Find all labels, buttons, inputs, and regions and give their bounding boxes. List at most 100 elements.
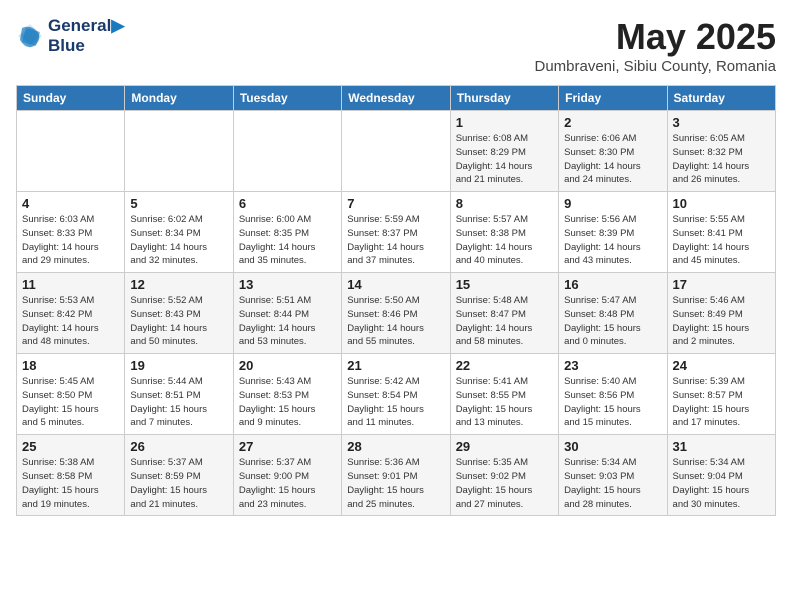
title-block: May 2025 Dumbraveni, Sibiu County, Roman…	[534, 16, 776, 75]
day-number: 4	[22, 196, 119, 211]
day-info: Sunrise: 5:34 AM Sunset: 9:04 PM Dayligh…	[673, 456, 770, 511]
day-number: 28	[347, 439, 444, 454]
day-info: Sunrise: 5:37 AM Sunset: 9:00 PM Dayligh…	[239, 456, 336, 511]
logo: General▶ Blue	[16, 16, 124, 55]
calendar-day-cell	[17, 111, 125, 192]
day-info: Sunrise: 5:57 AM Sunset: 8:38 PM Dayligh…	[456, 213, 553, 268]
page-header: General▶ Blue May 2025 Dumbraveni, Sibiu…	[16, 16, 776, 75]
month-title: May 2025	[534, 16, 776, 58]
calendar-day-cell	[342, 111, 450, 192]
day-info: Sunrise: 5:50 AM Sunset: 8:46 PM Dayligh…	[347, 294, 444, 349]
day-number: 5	[130, 196, 227, 211]
day-number: 18	[22, 358, 119, 373]
calendar-week-row: 25 Sunrise: 5:38 AM Sunset: 8:58 PM Dayli…	[17, 435, 776, 516]
calendar-day-cell: 11Sunrise: 5:53 AM Sunset: 8:42 PM Dayli…	[17, 273, 125, 354]
weekday-header: Friday	[559, 86, 667, 111]
day-number: 11	[22, 277, 119, 292]
day-number: 26	[130, 439, 227, 454]
calendar-day-cell: 2Sunrise: 6:06 AM Sunset: 8:30 PM Daylig…	[559, 111, 667, 192]
day-info: Sunrise: 5:35 AM Sunset: 9:02 PM Dayligh…	[456, 456, 553, 511]
day-number: 16	[564, 277, 661, 292]
calendar-day-cell: 28Sunrise: 5:36 AM Sunset: 9:01 PM Dayli…	[342, 435, 450, 516]
calendar-day-cell: 17 Sunrise: 5:46 AM Sunset: 8:49 PM Dayli…	[667, 273, 775, 354]
calendar-week-row: 1 Sunrise: 6:08 AM Sunset: 8:29 PM Daylig…	[17, 111, 776, 192]
weekday-header: Wednesday	[342, 86, 450, 111]
calendar-week-row: 18 Sunrise: 5:45 AM Sunset: 8:50 PM Dayli…	[17, 354, 776, 435]
weekday-header: Thursday	[450, 86, 558, 111]
location-subtitle: Dumbraveni, Sibiu County, Romania	[534, 58, 776, 75]
day-number: 27	[239, 439, 336, 454]
day-info: Sunrise: 5:44 AM Sunset: 8:51 PM Dayligh…	[130, 375, 227, 430]
day-info: Sunrise: 5:51 AM Sunset: 8:44 PM Dayligh…	[239, 294, 336, 349]
calendar-day-cell: 6 Sunrise: 6:00 AM Sunset: 8:35 PM Daylig…	[233, 192, 341, 273]
calendar-day-cell	[233, 111, 341, 192]
day-info: Sunrise: 5:41 AM Sunset: 8:55 PM Dayligh…	[456, 375, 553, 430]
calendar-day-cell: 31 Sunrise: 5:34 AM Sunset: 9:04 PM Dayli…	[667, 435, 775, 516]
day-info: Sunrise: 5:43 AM Sunset: 8:53 PM Dayligh…	[239, 375, 336, 430]
day-number: 20	[239, 358, 336, 373]
calendar-day-cell: 8 Sunrise: 5:57 AM Sunset: 8:38 PM Daylig…	[450, 192, 558, 273]
calendar-day-cell: 7 Sunrise: 5:59 AM Sunset: 8:37 PM Daylig…	[342, 192, 450, 273]
weekday-header: Sunday	[17, 86, 125, 111]
day-number: 6	[239, 196, 336, 211]
day-number: 29	[456, 439, 553, 454]
weekday-header-row: SundayMondayTuesdayWednesdayThursdayFrid…	[17, 86, 776, 111]
calendar-day-cell: 26 Sunrise: 5:37 AM Sunset: 8:59 PM Dayli…	[125, 435, 233, 516]
day-info: Sunrise: 6:02 AM Sunset: 8:34 PM Dayligh…	[130, 213, 227, 268]
day-info: Sunrise: 5:34 AM Sunset: 9:03 PM Dayligh…	[564, 456, 661, 511]
day-number: 31	[673, 439, 770, 454]
calendar-week-row: 4 Sunrise: 6:03 AM Sunset: 8:33 PM Daylig…	[17, 192, 776, 273]
calendar-day-cell: 9 Sunrise: 5:56 AM Sunset: 8:39 PM Daylig…	[559, 192, 667, 273]
calendar-day-cell: 13Sunrise: 5:51 AM Sunset: 8:44 PM Dayli…	[233, 273, 341, 354]
calendar-day-cell: 10Sunrise: 5:55 AM Sunset: 8:41 PM Dayli…	[667, 192, 775, 273]
day-number: 14	[347, 277, 444, 292]
day-number: 15	[456, 277, 553, 292]
weekday-header: Tuesday	[233, 86, 341, 111]
day-number: 12	[130, 277, 227, 292]
day-number: 1	[456, 115, 553, 130]
day-number: 25	[22, 439, 119, 454]
day-number: 21	[347, 358, 444, 373]
day-number: 7	[347, 196, 444, 211]
weekday-header: Saturday	[667, 86, 775, 111]
day-info: Sunrise: 6:03 AM Sunset: 8:33 PM Dayligh…	[22, 213, 119, 268]
day-number: 8	[456, 196, 553, 211]
day-info: Sunrise: 5:48 AM Sunset: 8:47 PM Dayligh…	[456, 294, 553, 349]
day-info: Sunrise: 5:59 AM Sunset: 8:37 PM Dayligh…	[347, 213, 444, 268]
calendar-day-cell: 12 Sunrise: 5:52 AM Sunset: 8:43 PM Dayli…	[125, 273, 233, 354]
day-number: 3	[673, 115, 770, 130]
day-info: Sunrise: 5:55 AM Sunset: 8:41 PM Dayligh…	[673, 213, 770, 268]
calendar-day-cell	[125, 111, 233, 192]
day-info: Sunrise: 6:08 AM Sunset: 8:29 PM Dayligh…	[456, 132, 553, 187]
calendar-day-cell: 22Sunrise: 5:41 AM Sunset: 8:55 PM Dayli…	[450, 354, 558, 435]
day-info: Sunrise: 5:37 AM Sunset: 8:59 PM Dayligh…	[130, 456, 227, 511]
day-info: Sunrise: 5:56 AM Sunset: 8:39 PM Dayligh…	[564, 213, 661, 268]
calendar-week-row: 11Sunrise: 5:53 AM Sunset: 8:42 PM Dayli…	[17, 273, 776, 354]
calendar-day-cell: 4 Sunrise: 6:03 AM Sunset: 8:33 PM Daylig…	[17, 192, 125, 273]
calendar-day-cell: 27 Sunrise: 5:37 AM Sunset: 9:00 PM Dayli…	[233, 435, 341, 516]
day-info: Sunrise: 5:47 AM Sunset: 8:48 PM Dayligh…	[564, 294, 661, 349]
day-number: 2	[564, 115, 661, 130]
day-info: Sunrise: 5:45 AM Sunset: 8:50 PM Dayligh…	[22, 375, 119, 430]
day-info: Sunrise: 5:39 AM Sunset: 8:57 PM Dayligh…	[673, 375, 770, 430]
day-info: Sunrise: 5:40 AM Sunset: 8:56 PM Dayligh…	[564, 375, 661, 430]
calendar-day-cell: 23Sunrise: 5:40 AM Sunset: 8:56 PM Dayli…	[559, 354, 667, 435]
calendar-day-cell: 16 Sunrise: 5:47 AM Sunset: 8:48 PM Dayli…	[559, 273, 667, 354]
calendar-day-cell: 5 Sunrise: 6:02 AM Sunset: 8:34 PM Daylig…	[125, 192, 233, 273]
calendar-day-cell: 29 Sunrise: 5:35 AM Sunset: 9:02 PM Dayli…	[450, 435, 558, 516]
calendar-day-cell: 3Sunrise: 6:05 AM Sunset: 8:32 PM Daylig…	[667, 111, 775, 192]
weekday-header: Monday	[125, 86, 233, 111]
day-info: Sunrise: 5:52 AM Sunset: 8:43 PM Dayligh…	[130, 294, 227, 349]
day-number: 9	[564, 196, 661, 211]
day-number: 24	[673, 358, 770, 373]
day-info: Sunrise: 5:38 AM Sunset: 8:58 PM Dayligh…	[22, 456, 119, 511]
calendar-day-cell: 18 Sunrise: 5:45 AM Sunset: 8:50 PM Dayli…	[17, 354, 125, 435]
day-number: 17	[673, 277, 770, 292]
calendar-day-cell: 25 Sunrise: 5:38 AM Sunset: 8:58 PM Dayli…	[17, 435, 125, 516]
day-info: Sunrise: 5:46 AM Sunset: 8:49 PM Dayligh…	[673, 294, 770, 349]
calendar-day-cell: 15 Sunrise: 5:48 AM Sunset: 8:47 PM Dayli…	[450, 273, 558, 354]
calendar-day-cell: 24 Sunrise: 5:39 AM Sunset: 8:57 PM Dayli…	[667, 354, 775, 435]
calendar-day-cell: 20 Sunrise: 5:43 AM Sunset: 8:53 PM Dayli…	[233, 354, 341, 435]
calendar-day-cell: 1 Sunrise: 6:08 AM Sunset: 8:29 PM Daylig…	[450, 111, 558, 192]
day-info: Sunrise: 6:00 AM Sunset: 8:35 PM Dayligh…	[239, 213, 336, 268]
